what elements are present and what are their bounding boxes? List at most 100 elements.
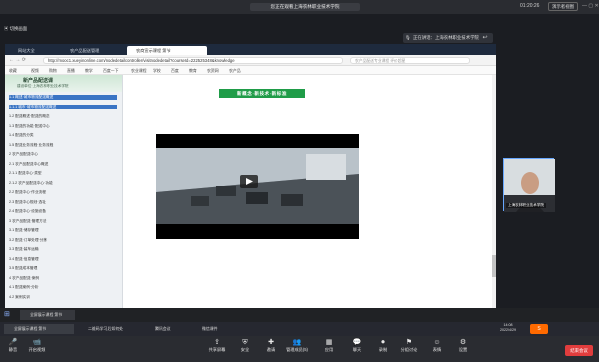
switch-view-label: 切换画面 [9,26,28,31]
sidebar-item[interactable]: 3.1 配送·储存管理 [9,228,117,233]
sidebar-item[interactable]: 1.5 配送业务流程·业务流程 [9,143,117,148]
bookmark-2[interactable]: 购物 [49,67,57,74]
back-icon[interactable]: ↩ [478,33,492,43]
url-input[interactable]: http://mooc1.xueyinonline.com/nodedetail… [43,57,343,64]
bookmark-9[interactable]: 教育 [189,67,197,74]
sidebar-item[interactable]: 1.2 配送概述·配送的概念 [9,114,117,119]
ime-icon[interactable]: S [530,324,548,334]
sidebar-item[interactable]: 4.2 案例实训 [9,295,117,300]
sidebar-item[interactable]: 2 农产品配送中心 [9,152,117,157]
bookmark-5[interactable]: 百度一下 [103,67,119,74]
control-shield[interactable]: ⛨ 安全 [234,338,256,353]
sidebar-item[interactable]: 4.1 配送案例·分析 [9,285,117,290]
control-gear[interactable]: ⚙ 设置 [452,338,474,353]
window-wechat[interactable]: 微信课件 [192,324,232,334]
control-emoji[interactable]: ☺ 表情 [426,338,448,353]
bookmark-1[interactable]: 视频 [31,67,39,74]
sidebar-item[interactable]: 1.4 配送的分类 [9,133,117,138]
window-controls[interactable]: — ▢ ✕ [582,3,599,9]
speaker-video-tile[interactable]: 上海农林职业技术学院 [503,158,555,212]
control-label: 安全 [240,347,250,352]
sidebar-item[interactable]: 3.2 配送·订单处理·分拣 [9,238,117,243]
mic-small-icon: 🎙 [405,35,411,40]
tab-2[interactable]: 农商宣示课程 第节 [127,46,207,55]
bookmark-11[interactable]: 农产品 [229,67,241,74]
bookmark-3[interactable]: 直播 [67,67,75,74]
bookmark-7[interactable]: 学校 [153,67,161,74]
apps-icon: ▦ [325,339,333,346]
view-mode-button[interactable]: 演示者视图 [548,2,578,11]
shared-browser-window: 网站大全 农产品配送管理 农商宣示课程 第节 ← → ⟳ http://mooc… [5,44,496,332]
control-share[interactable]: ⇪ 共享屏幕 [206,338,228,353]
control-invite[interactable]: ✚ 邀请 [260,338,282,353]
course-sidebar: 新产品配送课 建设单位·上海农林职业技术学院 1.1 概述·城市物流配送概述 1.… [5,75,123,308]
control-mic[interactable]: 🎤 静音 [2,338,24,353]
bookmark-8[interactable]: 百度 [171,67,179,74]
nav-arrows-icon[interactable]: ← → ⟳ [9,57,26,63]
bookmark-0[interactable]: 收藏 [9,67,17,74]
window-course[interactable]: 全屏展示课程 第节 [4,324,74,334]
page-scrollbar[interactable] [492,75,496,308]
search-input[interactable]: 农产品配送专业课程 评价超星 [350,57,470,64]
bookmarks-bar: 收藏 视频 购物 直播 教学 百度一下 农业课程 学校 百度 教育 农资网 农产… [5,66,496,75]
taskbar-app-0[interactable]: 全屏展示课程 第节 [20,310,75,320]
bookmark-10[interactable]: 农资网 [207,67,219,74]
control-label: 设置 [458,347,468,352]
sidebar-item[interactable]: 4 农产品配送·案例 [9,276,117,281]
control-video[interactable]: 📹 开启视频 [26,338,48,353]
speaker-name: 上海农林职业技术学院 [506,203,546,208]
sidebar-item[interactable]: 3 农产品配送·管理方法 [9,219,117,224]
record-icon: ⏺ [381,339,385,346]
os-taskbar: ⊞ 全屏展示课程 第节 [0,308,599,322]
sidebar-item[interactable]: 2.1.2 农产品配送中心·功能 [9,181,117,186]
control-label: 表情 [432,347,442,352]
invite-icon: ✚ [268,339,274,346]
tab-label: 网站大全 [18,48,35,53]
meeting-timer: 01:20:26 [520,3,540,9]
lesson-video[interactable] [156,134,359,239]
bookmark-6[interactable]: 农业课程 [131,67,147,74]
bookmark-4[interactable]: 教学 [85,67,93,74]
sidebar-item[interactable]: 2.1.1 配送中心·类型 [9,171,117,176]
scroll-thumb[interactable] [492,255,496,277]
sidebar-header: 新产品配送课 建设单位·上海农林职业技术学院 [5,75,122,92]
members-icon: 👥 [292,339,302,346]
video-icon: 📹 [32,339,42,346]
meeting-title: 您正在观看上海农林职业技术学院 [250,3,360,11]
sidebar-item[interactable]: 1.3 配送的功能·配送中心 [9,124,117,129]
window-qr[interactable]: 二维码学习后如何处 [78,324,142,334]
sidebar-item[interactable]: 1.1.1 城市·城市物流配送概述 [9,104,117,110]
clock: 14:08 2022/4/29 [500,323,516,333]
control-label: 录制 [378,347,388,352]
control-label: 静音 [8,347,18,352]
control-label: 开启视频 [28,347,46,352]
control-chat[interactable]: 💬 聊天 [346,338,368,353]
sidebar-item[interactable]: 2.4 配送中心·设施设备 [9,209,117,214]
tab-1[interactable]: 农产品配送管理 [61,46,123,55]
emoji-icon: ☺ [433,339,441,346]
sidebar-item[interactable]: 3.5 配送成本管理 [9,266,117,271]
control-label: 分组讨论 [400,347,418,352]
chat-icon: 💬 [352,339,362,346]
sidebar-item[interactable]: 2.3 配送中心规划·选址 [9,200,117,205]
sidebar-item[interactable]: 2.1 农产品配送中心概述 [9,162,117,167]
sidebar-item[interactable]: 3.3 配送·装车运输 [9,247,117,252]
sidebar-item[interactable]: 2.2 配送中心·作业流程 [9,190,117,195]
end-meeting-button[interactable]: 结束会议 [565,345,593,356]
mic-icon: 🎤 [8,339,18,346]
control-record[interactable]: ⏺ 录制 [372,338,394,353]
control-apps[interactable]: ▦ 应用 [318,338,340,353]
tab-0[interactable]: 网站大全 [9,46,57,55]
clock-date: 2022/4/29 [500,328,516,332]
switch-view-button[interactable]: ▣ 切换画面 [4,26,34,37]
control-label: 聊天 [352,347,362,352]
sidebar-item[interactable]: 1.1 概述·城市物流配送概述 [9,95,117,100]
control-group[interactable]: ⚑ 分组讨论 [398,338,420,353]
lesson-content: 新概念·新技术·新标准 专业技能知识链接 [123,75,496,332]
window-tencent-meeting[interactable]: 腾讯会议 [145,324,189,334]
tab-label: 农产品配送管理 [70,48,100,53]
windows-start-icon[interactable]: ⊞ [4,310,10,318]
control-members[interactable]: 👥 管理成员(5) [286,338,308,353]
taskbar-windows-row: 全屏展示课程 第节 二维码学习后如何处 腾讯会议 微信课件 14:08 2022… [0,322,599,336]
sidebar-item[interactable]: 3.4 配送·信息管理 [9,257,117,262]
